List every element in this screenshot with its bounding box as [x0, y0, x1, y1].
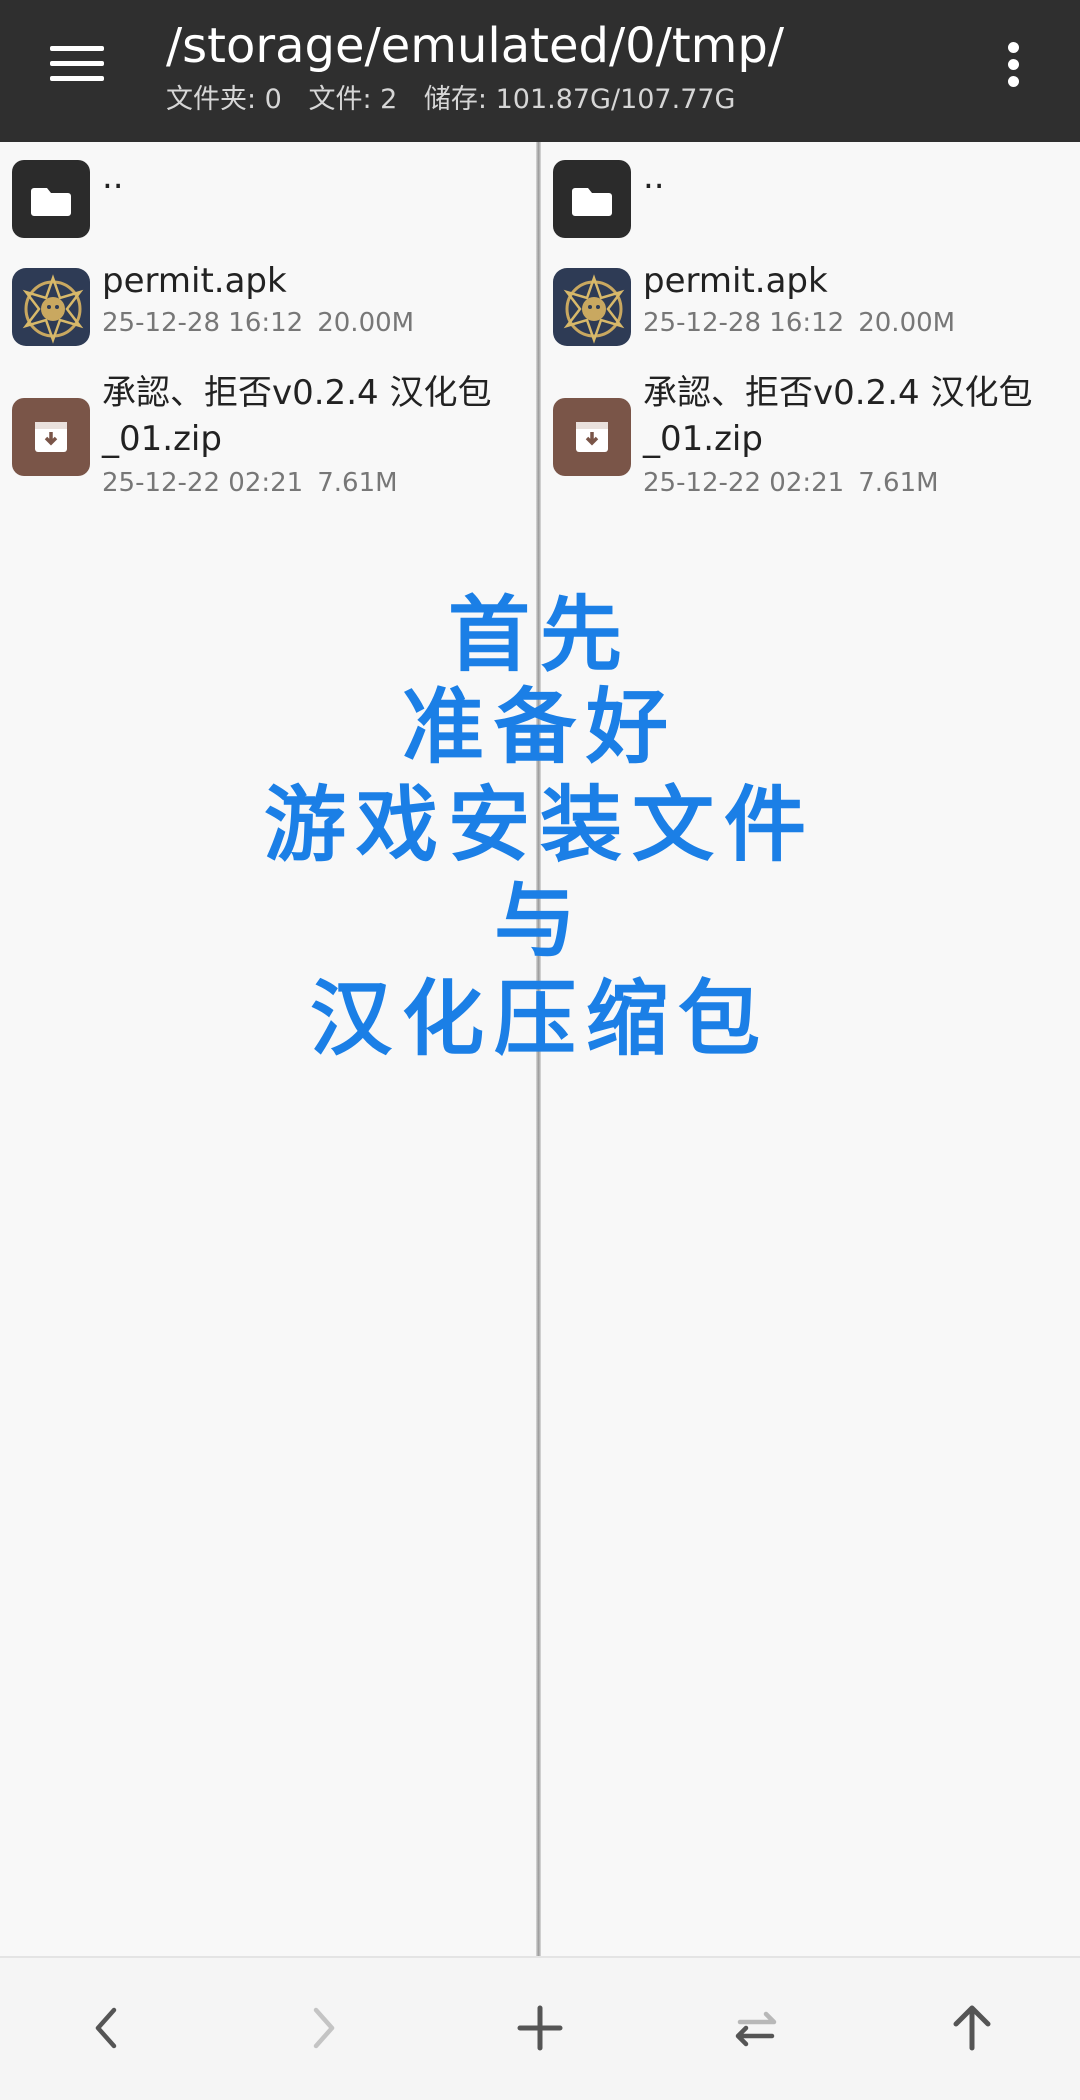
file-date: 25-12-22 02:21: [643, 468, 845, 498]
caption-line-1: 首先: [447, 588, 632, 683]
folder-icon: [12, 160, 90, 238]
chevron-left-icon[interactable]: [68, 1988, 148, 2068]
caption-line-4: 与: [493, 874, 586, 969]
app-emblem-icon: [12, 268, 90, 346]
file-size: 20.00M: [317, 308, 415, 338]
caption-line-3: 游戏安装文件: [263, 778, 816, 873]
file-meta: 25-12-22 02:21 7.61M: [102, 466, 412, 500]
menu-icon[interactable]: [50, 44, 104, 84]
parent-directory-row[interactable]: ..: [0, 142, 538, 254]
archive-icon: [12, 398, 90, 476]
caption-line-2: 准备好: [401, 680, 678, 775]
file-count: 文件: 2: [308, 84, 398, 115]
file-name: ..: [643, 157, 665, 197]
file-size: 7.61M: [317, 468, 398, 498]
storage-usage: 储存: 101.87G/107.77G: [423, 84, 736, 115]
file-row-apk[interactable]: permit.apk 25-12-28 16:12 20.00M: [0, 254, 538, 366]
file-name: permit.apk: [643, 261, 828, 301]
file-size: 20.00M: [858, 308, 956, 338]
file-meta: 25-12-28 16:12 20.00M: [643, 306, 969, 340]
file-name: 承認、拒否v0.2.4 汉化包_01.zip: [643, 373, 1033, 459]
file-name: ..: [102, 157, 124, 197]
file-meta: 25-12-28 16:12 20.00M: [102, 306, 428, 340]
app-emblem-icon: [553, 268, 631, 346]
file-date: 25-12-28 16:12: [102, 308, 304, 338]
caption-line-5: 汉化压缩包: [309, 972, 770, 1067]
more-options-icon[interactable]: [1002, 40, 1026, 90]
chevron-right-icon[interactable]: [282, 1988, 362, 2068]
swap-icon[interactable]: [716, 1988, 796, 2068]
plus-icon[interactable]: [500, 1988, 580, 2068]
folder-count: 文件夹: 0: [166, 84, 282, 115]
file-name: 承認、拒否v0.2.4 汉化包_01.zip: [102, 373, 492, 459]
top-bar: /storage/emulated/0/tmp/ 文件夹: 0 文件: 2 储存…: [0, 0, 1080, 142]
current-path: /storage/emulated/0/tmp/: [166, 18, 785, 74]
bottom-toolbar: [0, 1956, 1080, 2100]
file-meta: 25-12-22 02:21 7.61M: [643, 466, 953, 500]
file-size: 7.61M: [858, 468, 939, 498]
file-manager-app: /storage/emulated/0/tmp/ 文件夹: 0 文件: 2 储存…: [0, 0, 1080, 2100]
file-row-zip[interactable]: 承認、拒否v0.2.4 汉化包_01.zip 25-12-22 02:21 7.6…: [0, 366, 538, 516]
folder-icon: [553, 160, 631, 238]
archive-icon: [553, 398, 631, 476]
file-row-zip[interactable]: 承認、拒否v0.2.4 汉化包_01.zip 25-12-22 02:21 7.6…: [541, 366, 1080, 516]
arrow-up-icon[interactable]: [932, 1988, 1012, 2068]
file-row-apk[interactable]: permit.apk 25-12-28 16:12 20.00M: [541, 254, 1080, 366]
file-name: permit.apk: [102, 261, 287, 301]
path-stats: 文件夹: 0 文件: 2 储存: 101.87G/107.77G: [166, 82, 753, 118]
parent-directory-row[interactable]: ..: [541, 142, 1080, 254]
file-date: 25-12-22 02:21: [102, 468, 304, 498]
file-date: 25-12-28 16:12: [643, 308, 845, 338]
